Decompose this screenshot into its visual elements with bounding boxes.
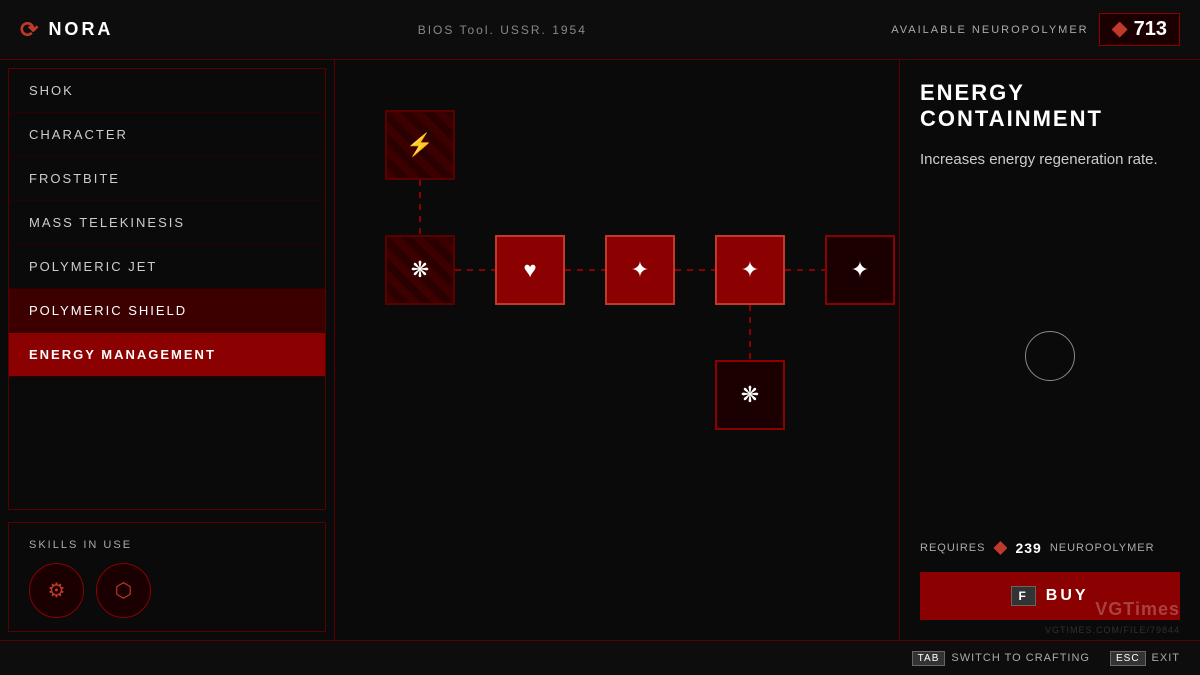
buy-label: BUY	[1046, 587, 1089, 605]
requires-row: REQUIRES 239 NEUROPOLYMER	[920, 540, 1180, 556]
tab-label: SWITCH TO CRAFTING	[951, 652, 1090, 664]
connector-h-2	[565, 269, 605, 271]
skill-node-5[interactable]: ✦	[715, 235, 785, 305]
skill-icon-1-glyph: ⚙	[48, 578, 66, 603]
neuro-label: AVAILABLE NEUROPOLYMER	[891, 24, 1088, 36]
connector-h-3	[675, 269, 715, 271]
neuropolymer-count: 713	[1099, 13, 1180, 46]
footer-esc-btn[interactable]: ESC EXIT	[1110, 651, 1180, 666]
connector-h-4	[785, 269, 825, 271]
skill-node-4-icon: ✦	[631, 257, 649, 283]
skill-node-2[interactable]: ❋	[385, 235, 455, 305]
neuro-number: 713	[1134, 18, 1167, 41]
connector-v-1	[419, 180, 421, 240]
sidebar-item-frostbite[interactable]: FROSTBITE	[9, 157, 325, 201]
skills-panel: SKILLS IN USE ⚙ ⬡	[8, 522, 326, 632]
skill-node-2-icon: ❋	[411, 257, 429, 283]
skill-visual	[920, 187, 1180, 524]
connector-v-2	[749, 305, 751, 360]
req-neuro-icon	[993, 541, 1007, 555]
character-name: NORA	[48, 19, 113, 40]
buy-button[interactable]: F BUY	[920, 572, 1180, 620]
skill-node-6[interactable]: ✦	[825, 235, 895, 305]
left-panel: SHOK CHARACTER FROSTBITE MASS TELEKINESI…	[0, 60, 335, 640]
skill-node-7-icon: ❋	[741, 382, 759, 408]
footer-tab-btn[interactable]: TAB SWITCH TO CRAFTING	[912, 651, 1090, 666]
skill-node-1[interactable]: ⚡	[385, 110, 455, 180]
skill-node-7[interactable]: ❋	[715, 360, 785, 430]
buy-key: F	[1011, 586, 1035, 606]
sidebar-item-shok[interactable]: SHOK	[9, 69, 325, 113]
skills-in-use-label: SKILLS IN USE	[29, 539, 305, 551]
esc-key: ESC	[1110, 651, 1146, 666]
requires-label: REQUIRES	[920, 542, 985, 554]
skill-description: Increases energy regeneration rate.	[920, 149, 1180, 172]
req-suffix: NEUROPOLYMER	[1050, 542, 1155, 554]
skill-node-3-icon: ♥	[523, 257, 536, 283]
footer: TAB SWITCH TO CRAFTING ESC EXIT	[0, 640, 1200, 675]
skill-node-6-icon: ✦	[851, 257, 869, 283]
skill-circle	[1025, 331, 1075, 381]
skill-node-4[interactable]: ✦	[605, 235, 675, 305]
nav-menu: SHOK CHARACTER FROSTBITE MASS TELEKINESI…	[8, 68, 326, 510]
tab-key: TAB	[912, 651, 946, 666]
logo-icon: ⟳	[20, 17, 38, 43]
skill-tree: ⚡ ❋ ♥ ✦ ✦	[355, 80, 879, 620]
skill-icon-1[interactable]: ⚙	[29, 563, 84, 618]
header-right: AVAILABLE NEUROPOLYMER 713	[891, 13, 1180, 46]
sidebar-item-energy-management[interactable]: ENERGY MANAGEMENT	[9, 333, 325, 377]
center-panel: ⚡ ❋ ♥ ✦ ✦	[335, 60, 900, 640]
skill-title: ENERGY CONTAINMENT	[920, 80, 1180, 133]
skills-icons: ⚙ ⬡	[29, 563, 305, 618]
skill-node-1-icon: ⚡	[406, 132, 433, 158]
skill-icon-2[interactable]: ⬡	[96, 563, 151, 618]
sidebar-item-mass-telekinesis[interactable]: MASS TELEKINESIS	[9, 201, 325, 245]
sidebar-item-character[interactable]: CHARACTER	[9, 113, 325, 157]
sidebar-item-polymeric-shield[interactable]: POLYMERIC SHIELD	[9, 289, 325, 333]
main-layout: SHOK CHARACTER FROSTBITE MASS TELEKINESI…	[0, 60, 1200, 640]
connector-h-1	[455, 269, 495, 271]
header: ⟳ NORA BIOS Tool. USSR. 1954 AVAILABLE N…	[0, 0, 1200, 60]
sidebar-item-polymeric-jet[interactable]: POLYMERIC JET	[9, 245, 325, 289]
skill-icon-2-glyph: ⬡	[115, 578, 132, 603]
header-left: ⟳ NORA	[20, 17, 113, 43]
right-panel: ENERGY CONTAINMENT Increases energy rege…	[900, 60, 1200, 640]
esc-label: EXIT	[1152, 652, 1180, 664]
header-center-text: BIOS Tool. USSR. 1954	[418, 23, 587, 37]
skill-node-5-icon: ✦	[741, 257, 759, 283]
req-number: 239	[1015, 540, 1041, 556]
neuro-icon	[1112, 22, 1128, 38]
skill-node-3[interactable]: ♥	[495, 235, 565, 305]
